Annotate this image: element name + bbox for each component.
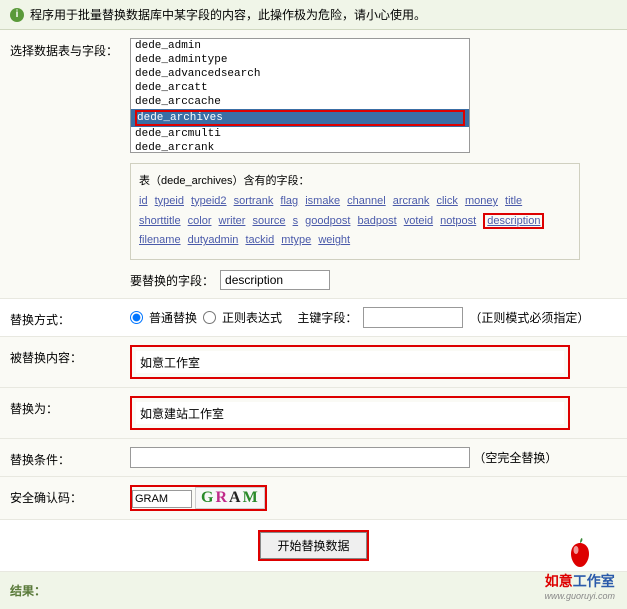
mode-regex-radio[interactable] [203, 311, 216, 324]
field-link[interactable]: weight [318, 234, 350, 246]
field-link[interactable]: ismake [305, 195, 340, 207]
field-link[interactable]: badpost [357, 215, 396, 227]
field-link[interactable]: id [139, 195, 148, 207]
condition-input[interactable] [130, 447, 470, 468]
mode-normal-radio[interactable] [130, 311, 143, 324]
field-link[interactable]: arcrank [393, 195, 430, 207]
listbox-item[interactable]: dede_archives [131, 109, 469, 127]
captcha-label: 安全确认码： [10, 485, 120, 506]
mode-normal-label: 普通替换 [149, 309, 197, 326]
fields-list: id typeid typeid2 sortrank flag ismake c… [139, 192, 571, 251]
captcha-highlight: GR AM [130, 485, 267, 511]
submit-button[interactable]: 开始替换数据 [260, 532, 366, 559]
listbox-item[interactable]: dede_admin [131, 39, 469, 53]
condition-note: （空完全替换） [473, 451, 557, 465]
from-input[interactable] [136, 351, 564, 373]
logo-url: www.guoruyi.com [544, 591, 615, 601]
field-link[interactable]: writer [219, 215, 246, 227]
field-link[interactable]: sortrank [234, 195, 274, 207]
from-section: 被替换内容： [0, 337, 627, 388]
mode-regex-label: 正则表达式 [222, 309, 282, 326]
to-input[interactable] [136, 402, 564, 424]
fields-box: 表（dede_archives）含有的字段： id typeid typeid2… [130, 163, 580, 260]
table-listbox[interactable]: dede_admindede_admintypedede_advancedsea… [130, 38, 470, 153]
listbox-item[interactable]: dede_admintype [131, 53, 469, 67]
field-link[interactable]: typeid2 [191, 195, 226, 207]
captcha-image[interactable]: GR AM [195, 487, 265, 509]
field-link[interactable]: title [505, 195, 522, 207]
from-label: 被替换内容： [10, 345, 120, 366]
result-label: 结果： [10, 584, 46, 598]
field-link[interactable]: mtype [281, 234, 311, 246]
listbox-item[interactable]: dede_arcmulti [131, 127, 469, 141]
field-link[interactable]: click [436, 195, 457, 207]
mode-label: 替换方式： [10, 307, 120, 328]
logo-text: 如意工作室 [544, 571, 615, 591]
field-link[interactable]: channel [347, 195, 386, 207]
field-link[interactable]: voteid [404, 215, 433, 227]
field-link[interactable]: color [188, 215, 212, 227]
field-link[interactable]: flag [280, 195, 298, 207]
table-select-section: 选择数据表与字段： dede_admindede_admintypedede_a… [0, 30, 627, 299]
info-icon: i [10, 8, 24, 22]
fields-title: 表（dede_archives）含有的字段： [139, 172, 571, 192]
warning-bar: i 程序用于批量替换数据库中某字段的内容，此操作极为危险，请小心使用。 [0, 0, 627, 30]
warning-text: 程序用于批量替换数据库中某字段的内容，此操作极为危险，请小心使用。 [30, 6, 426, 23]
field-link[interactable]: shorttitle [139, 215, 181, 227]
condition-section: 替换条件： （空完全替换） [0, 439, 627, 477]
field-to-replace-label: 要替换的字段： [130, 272, 214, 289]
listbox-item[interactable]: dede_arcatt [131, 81, 469, 95]
condition-label: 替换条件： [10, 447, 120, 468]
captcha-input[interactable] [132, 490, 192, 508]
captcha-section: 安全确认码： GR AM [0, 477, 627, 520]
keyfield-input[interactable] [363, 307, 463, 328]
field-link[interactable]: s [293, 215, 299, 227]
keyfield-label: 主键字段： [297, 309, 357, 326]
field-to-replace-input[interactable] [220, 270, 330, 290]
to-highlight [130, 396, 570, 430]
submit-row: 开始替换数据 [0, 520, 627, 572]
to-section: 替换为： [0, 388, 627, 439]
listbox-item[interactable]: dede_advancedsearch [131, 67, 469, 81]
field-link[interactable]: filename [139, 234, 181, 246]
mode-note: （正则模式必须指定） [469, 309, 589, 326]
submit-highlight: 开始替换数据 [258, 530, 368, 561]
field-link[interactable]: description [483, 213, 544, 229]
table-select-label: 选择数据表与字段： [10, 38, 120, 59]
field-link[interactable]: dutyadmin [188, 234, 239, 246]
field-link[interactable]: notpost [440, 215, 476, 227]
apple-icon [565, 535, 595, 569]
field-link[interactable]: tackid [245, 234, 274, 246]
from-highlight [130, 345, 570, 379]
field-link[interactable]: typeid [155, 195, 184, 207]
field-link[interactable]: source [253, 215, 286, 227]
result-row: 结果： [0, 572, 627, 609]
watermark-logo: 如意工作室 www.guoruyi.com [544, 535, 615, 601]
listbox-item[interactable]: dede_arccache [131, 95, 469, 109]
field-link[interactable]: goodpost [305, 215, 350, 227]
mode-section: 替换方式： 普通替换 正则表达式 主键字段： （正则模式必须指定） [0, 299, 627, 337]
listbox-item[interactable]: dede_arcrank [131, 141, 469, 153]
field-link[interactable]: money [465, 195, 498, 207]
to-label: 替换为： [10, 396, 120, 417]
